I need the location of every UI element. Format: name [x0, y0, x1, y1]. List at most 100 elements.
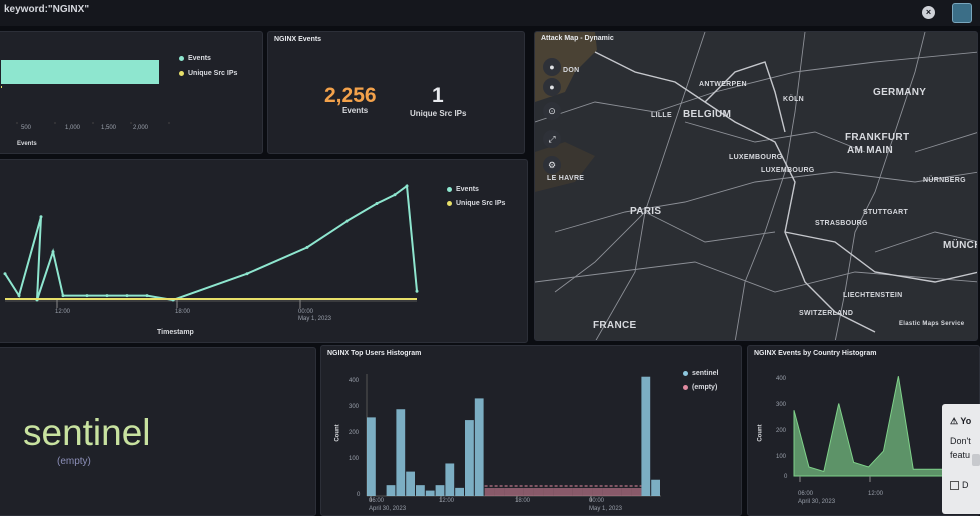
- bar-sentinel: [396, 409, 406, 496]
- apply-button[interactable]: [952, 3, 972, 23]
- axis-title: Events: [17, 141, 37, 147]
- bar-empty: [602, 488, 612, 496]
- legend-label: Events: [456, 186, 479, 193]
- metric-panel: NGINX Events 2,256 Events 1 Unique Src I…: [267, 31, 525, 154]
- tick-label: 0: [784, 474, 788, 480]
- events-metric-label: Events: [342, 106, 369, 115]
- legend-label: (empty): [692, 384, 718, 391]
- popup-title: Yo: [960, 416, 972, 426]
- tick-label: 1,500: [101, 125, 117, 131]
- map-label: STRASBOURG: [815, 220, 868, 227]
- map-label: MÜNCH: [943, 240, 978, 251]
- map-attribution[interactable]: Elastic Maps Service: [899, 321, 964, 327]
- bar-sentinel: [435, 485, 445, 496]
- map-label: PARIS: [630, 206, 662, 217]
- tick-label: 06:00: [369, 498, 385, 504]
- scrollbar[interactable]: [972, 454, 980, 466]
- area-country: [793, 376, 959, 477]
- legend-sentinel[interactable]: sentinel: [683, 370, 718, 377]
- map-label: NÜRNBERG: [923, 177, 966, 184]
- point-events: [405, 184, 409, 188]
- bar-empty: [612, 488, 622, 496]
- bar-empty: [494, 488, 505, 496]
- toast-popup[interactable]: ⚠ Yo Don't featu D: [942, 404, 980, 514]
- locate-icon[interactable]: ⊙: [543, 102, 561, 120]
- legend-dot-icon: [447, 186, 452, 192]
- legend-unique[interactable]: Unique Src IPs: [179, 70, 237, 77]
- map-label: SWITZERLAND: [799, 310, 854, 317]
- map-label: LUXEMBOURG: [729, 154, 783, 161]
- zoom-out-icon[interactable]: ●: [543, 78, 561, 96]
- tick-label: April 30, 2023: [798, 499, 836, 505]
- attack-map[interactable]: Attack Map - Dynamic ● ● ⊙ ⤢ ⚙ DON ANTWE…: [534, 31, 978, 341]
- tick-label: 500: [21, 125, 32, 131]
- border-line: [594, 51, 876, 333]
- bar-sentinel: [455, 487, 464, 496]
- axis-title: Count: [334, 424, 341, 442]
- top-users-panel: NGINX Top Users Histogram sentinel (empt…: [320, 345, 742, 516]
- fullscreen-icon[interactable]: ⤢: [543, 130, 561, 148]
- tick-label: 0: [357, 492, 361, 498]
- events-bar-panel: Events Unique Src IPs 500 1,000 1,500 2,…: [0, 31, 263, 154]
- point-events: [375, 202, 379, 206]
- road-line: [554, 211, 646, 293]
- checkbox-icon[interactable]: [950, 481, 959, 491]
- map-label: DON: [563, 67, 580, 74]
- bar-sentinel: [416, 485, 425, 496]
- point-events: [39, 215, 43, 219]
- zoom-in-icon[interactable]: ●: [543, 58, 561, 76]
- tick-label: 400: [349, 378, 360, 384]
- legend-events[interactable]: Events: [179, 55, 211, 62]
- tick-label: 18:00: [175, 309, 191, 315]
- legend-unique[interactable]: Unique Src IPs: [447, 200, 505, 207]
- point-events: [61, 294, 65, 298]
- tick-label: 2,000: [133, 125, 149, 131]
- legend-label: Events: [188, 55, 211, 62]
- events-bar-chart: [1, 60, 170, 124]
- tick-label: 1,000: [65, 125, 81, 131]
- tick-label: April 30, 2023: [369, 506, 407, 512]
- border-line: [704, 61, 786, 133]
- bar-empty: [533, 488, 544, 496]
- layers-icon[interactable]: ⚙: [543, 156, 561, 174]
- tick-label: 200: [776, 428, 787, 434]
- point-events: [245, 272, 249, 276]
- map-label: LIECHTENSTEIN: [843, 292, 903, 299]
- axis-title: Timestamp: [157, 329, 194, 336]
- popup-checkbox[interactable]: D: [950, 480, 969, 491]
- bar-sentinel: [445, 463, 455, 496]
- bar-sentinel: [425, 490, 435, 496]
- point-events: [415, 289, 419, 293]
- bar-events: [1, 60, 159, 84]
- legend-empty[interactable]: (empty): [683, 384, 717, 391]
- sentinel-sub: (empty): [57, 456, 91, 467]
- bar-sentinel: [465, 420, 474, 496]
- tick-label: 00:00: [589, 498, 605, 504]
- legend-dot-icon: [683, 384, 688, 390]
- bar-sentinel: [474, 398, 484, 496]
- bar-empty: [572, 488, 583, 496]
- map-label: LE HAVRE: [547, 175, 585, 182]
- clear-icon[interactable]: ×: [922, 6, 935, 19]
- bar-empty: [553, 488, 563, 496]
- map-roads: [535, 32, 977, 340]
- map-label: FRANCE: [593, 320, 637, 331]
- road-line: [595, 32, 706, 340]
- bar-sentinel: [406, 471, 415, 496]
- map-label: KÖLN: [783, 96, 805, 103]
- point-events: [17, 294, 21, 298]
- point-events: [125, 294, 129, 298]
- bar-empty: [631, 488, 642, 496]
- tick-label: 300: [776, 402, 787, 408]
- map-label: GERMANY: [873, 87, 927, 98]
- tick-label: 18:00: [515, 498, 531, 504]
- query-text[interactable]: keyword:"NGINX": [4, 4, 89, 15]
- bar-sentinel: [651, 479, 660, 496]
- point-events: [105, 294, 109, 298]
- legend-events[interactable]: Events: [447, 186, 479, 193]
- road-line: [684, 121, 866, 153]
- bar-empty: [563, 488, 573, 496]
- map-label: LILLE: [651, 112, 672, 119]
- top-bar: keyword:"NGINX" ×: [0, 0, 980, 26]
- tick-label: 400: [776, 376, 787, 382]
